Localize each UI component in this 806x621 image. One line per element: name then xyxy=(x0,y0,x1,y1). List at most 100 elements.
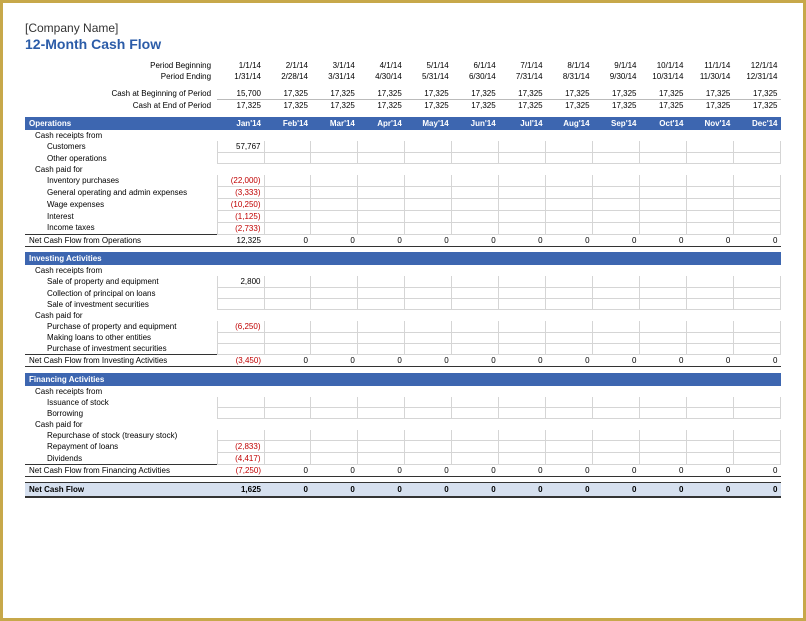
data-cell xyxy=(311,186,358,198)
data-cell xyxy=(264,453,311,465)
data-cell xyxy=(593,441,640,453)
month-header xyxy=(405,252,452,265)
line-item: Issuance of stock xyxy=(25,397,217,408)
data-cell: 0 xyxy=(452,465,499,477)
data-cell xyxy=(358,441,405,453)
month-header: Feb'14 xyxy=(264,117,311,130)
data-cell xyxy=(733,222,780,234)
data-cell xyxy=(358,164,405,175)
data-cell: 1,625 xyxy=(217,483,264,498)
data-cell xyxy=(452,175,499,187)
data-cell: 7/1/14 xyxy=(499,60,546,71)
data-cell xyxy=(452,130,499,141)
data-cell xyxy=(733,343,780,355)
data-cell xyxy=(264,153,311,164)
data-cell: 0 xyxy=(452,234,499,246)
data-cell xyxy=(640,419,687,430)
data-cell: 11/1/14 xyxy=(686,60,733,71)
data-cell: 0 xyxy=(640,355,687,367)
data-cell xyxy=(546,343,593,355)
data-cell: 0 xyxy=(640,483,687,498)
line-item: Repurchase of stock (treasury stock) xyxy=(25,430,217,441)
data-cell: 0 xyxy=(452,483,499,498)
data-cell: 0 xyxy=(593,355,640,367)
data-cell xyxy=(640,164,687,175)
month-header xyxy=(593,252,640,265)
data-cell xyxy=(546,141,593,153)
data-cell xyxy=(217,153,264,164)
line-item: Interest xyxy=(25,210,217,222)
data-cell xyxy=(733,386,780,397)
data-cell xyxy=(640,453,687,465)
line-item: Repayment of loans xyxy=(25,441,217,453)
data-cell xyxy=(686,186,733,198)
data-cell xyxy=(405,419,452,430)
data-cell: 0 xyxy=(733,234,780,246)
data-cell xyxy=(264,310,311,321)
line-item: Income taxes xyxy=(25,222,217,234)
data-cell xyxy=(311,441,358,453)
month-header: Jan'14 xyxy=(217,117,264,130)
period-begin: Period Beginning xyxy=(25,60,217,71)
data-cell xyxy=(640,386,687,397)
data-cell xyxy=(499,222,546,234)
month-header xyxy=(217,252,264,265)
data-cell xyxy=(546,198,593,210)
line-item: Sale of investment securities xyxy=(25,299,217,310)
data-cell xyxy=(358,310,405,321)
data-cell xyxy=(686,441,733,453)
page-title: 12-Month Cash Flow xyxy=(25,36,781,52)
data-cell xyxy=(546,164,593,175)
data-cell: 0 xyxy=(686,465,733,477)
data-cell xyxy=(264,332,311,343)
data-cell: (2,733) xyxy=(217,222,264,234)
data-cell xyxy=(358,321,405,333)
data-cell xyxy=(686,310,733,321)
data-cell xyxy=(358,175,405,187)
data-cell: 0 xyxy=(405,234,452,246)
data-cell xyxy=(405,175,452,187)
data-cell xyxy=(546,210,593,222)
data-cell xyxy=(358,265,405,276)
data-cell xyxy=(499,175,546,187)
month-header: Oct'14 xyxy=(640,117,687,130)
data-cell xyxy=(499,265,546,276)
data-cell xyxy=(405,288,452,299)
line-item: Making loans to other entities xyxy=(25,332,217,343)
data-cell: 17,325 xyxy=(640,100,687,112)
data-cell xyxy=(311,343,358,355)
data-cell xyxy=(452,310,499,321)
data-cell: 4/30/14 xyxy=(358,71,405,82)
data-cell xyxy=(499,321,546,333)
data-cell xyxy=(640,321,687,333)
data-cell xyxy=(452,397,499,408)
month-header xyxy=(546,252,593,265)
net-row: Net Cash Flow from Financing Activities xyxy=(25,465,217,477)
data-cell xyxy=(593,164,640,175)
data-cell: 0 xyxy=(499,355,546,367)
data-cell: 0 xyxy=(546,234,593,246)
data-cell xyxy=(686,175,733,187)
data-cell xyxy=(733,175,780,187)
data-cell xyxy=(686,222,733,234)
data-cell xyxy=(405,343,452,355)
data-cell xyxy=(452,441,499,453)
data-cell xyxy=(452,343,499,355)
data-cell: 0 xyxy=(358,465,405,477)
data-cell xyxy=(311,164,358,175)
data-cell xyxy=(640,332,687,343)
data-cell xyxy=(546,453,593,465)
month-header xyxy=(217,373,264,386)
data-cell xyxy=(733,310,780,321)
data-cell xyxy=(686,430,733,441)
data-cell xyxy=(311,141,358,153)
data-cell xyxy=(546,321,593,333)
data-cell xyxy=(264,265,311,276)
data-cell xyxy=(405,299,452,310)
data-cell xyxy=(358,343,405,355)
data-cell xyxy=(264,175,311,187)
data-cell: (4,417) xyxy=(217,453,264,465)
data-cell xyxy=(733,332,780,343)
period-end: Period Ending xyxy=(25,71,217,82)
month-header xyxy=(311,373,358,386)
